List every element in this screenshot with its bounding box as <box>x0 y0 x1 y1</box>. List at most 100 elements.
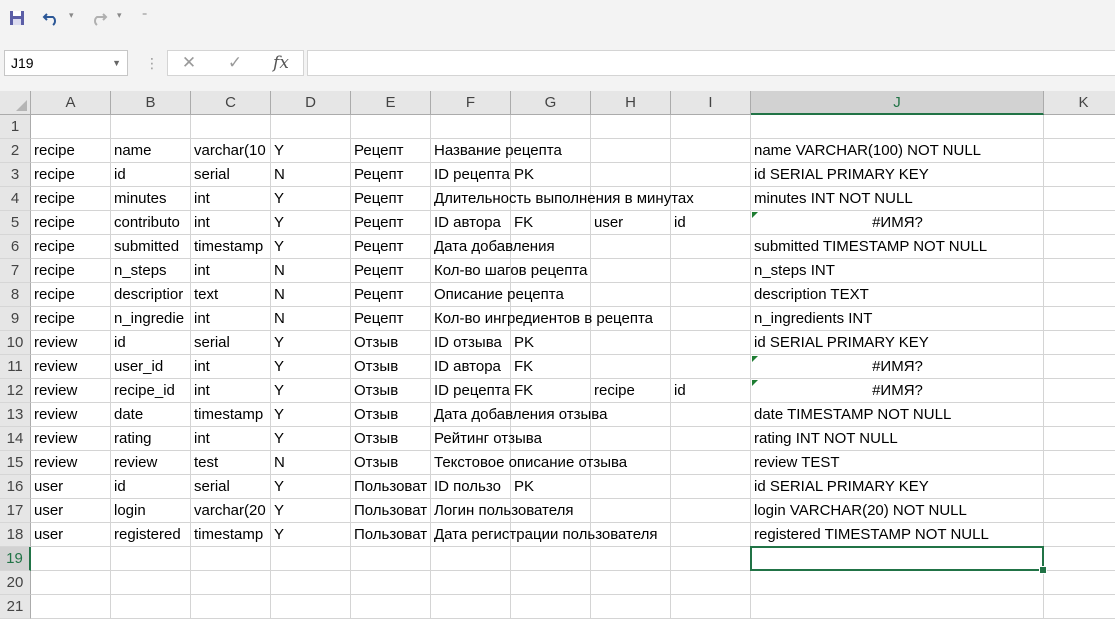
cell[interactable] <box>271 595 351 619</box>
cell[interactable] <box>111 547 191 571</box>
row-header-12[interactable]: 12 <box>0 379 31 403</box>
cell[interactable] <box>671 595 751 619</box>
cell[interactable] <box>511 115 591 139</box>
cell-b5: contributo <box>114 214 180 231</box>
row-header-21[interactable]: 21 <box>0 595 31 619</box>
cell[interactable] <box>591 115 671 139</box>
cell[interactable] <box>431 571 511 595</box>
cell[interactable] <box>431 595 511 619</box>
column-header-b[interactable]: B <box>111 91 191 115</box>
undo-dropdown-icon[interactable]: ▾ <box>69 10 74 21</box>
column-header-a[interactable]: A <box>31 91 111 115</box>
select-all-button[interactable] <box>0 91 31 115</box>
cell[interactable] <box>351 547 431 571</box>
name-box[interactable]: J19 ▼ <box>4 50 128 76</box>
fill-handle[interactable] <box>1039 566 1047 574</box>
selected-cell[interactable] <box>750 546 1044 571</box>
cell-e14: Отзыв <box>354 430 399 447</box>
cell[interactable] <box>351 595 431 619</box>
error-indicator-icon[interactable] <box>752 380 758 386</box>
cell[interactable] <box>591 547 671 571</box>
cell[interactable] <box>1044 595 1115 619</box>
column-header-e[interactable]: E <box>351 91 431 115</box>
cell[interactable] <box>431 547 511 571</box>
formula-input[interactable] <box>307 50 1115 76</box>
save-icon[interactable] <box>6 7 28 29</box>
row-header-3[interactable]: 3 <box>0 163 31 187</box>
cell[interactable] <box>31 595 111 619</box>
cell[interactable] <box>31 547 111 571</box>
redo-icon[interactable] <box>88 7 110 29</box>
column-header-j[interactable]: J <box>751 91 1044 115</box>
column-header-k[interactable]: K <box>1044 91 1115 115</box>
row-header-2[interactable]: 2 <box>0 139 31 163</box>
cell[interactable] <box>31 571 111 595</box>
row-header-18[interactable]: 18 <box>0 523 31 547</box>
column-header-c[interactable]: C <box>191 91 271 115</box>
cell[interactable] <box>111 115 191 139</box>
cell[interactable] <box>271 115 351 139</box>
cell[interactable] <box>271 547 351 571</box>
cell[interactable] <box>191 547 271 571</box>
undo-icon[interactable] <box>40 7 62 29</box>
row-header-7[interactable]: 7 <box>0 259 31 283</box>
cell-j11: #ИМЯ? <box>872 358 923 375</box>
cell[interactable] <box>751 115 1044 139</box>
row-header-6[interactable]: 6 <box>0 235 31 259</box>
column-header-g[interactable]: G <box>511 91 591 115</box>
error-indicator-icon[interactable] <box>752 356 758 362</box>
row-header-10[interactable]: 10 <box>0 331 31 355</box>
cell[interactable] <box>751 571 1044 595</box>
cell[interactable] <box>271 571 351 595</box>
cell[interactable] <box>31 115 111 139</box>
cell[interactable] <box>1044 547 1115 571</box>
enter-icon[interactable]: ✓ <box>220 51 250 75</box>
cancel-icon[interactable]: ✕ <box>174 51 204 75</box>
cell[interactable] <box>431 115 511 139</box>
column-header-i[interactable]: I <box>671 91 751 115</box>
cell[interactable] <box>511 595 591 619</box>
cell[interactable] <box>511 547 591 571</box>
cell[interactable] <box>191 115 271 139</box>
cell[interactable] <box>191 571 271 595</box>
row-header-5[interactable]: 5 <box>0 211 31 235</box>
row-header-19[interactable]: 19 <box>0 547 31 571</box>
row-header-13[interactable]: 13 <box>0 403 31 427</box>
cell[interactable] <box>1044 211 1115 235</box>
row-header-17[interactable]: 17 <box>0 499 31 523</box>
cell[interactable] <box>1044 355 1115 379</box>
row-header-1[interactable]: 1 <box>0 115 31 139</box>
cell[interactable] <box>1044 379 1115 403</box>
cell[interactable] <box>671 547 751 571</box>
row-header-4[interactable]: 4 <box>0 187 31 211</box>
cell[interactable] <box>591 571 671 595</box>
cell[interactable] <box>1044 115 1115 139</box>
cell[interactable] <box>751 595 1044 619</box>
row-header-14[interactable]: 14 <box>0 427 31 451</box>
row-header-20[interactable]: 20 <box>0 571 31 595</box>
cell[interactable] <box>511 571 591 595</box>
error-indicator-icon[interactable] <box>752 212 758 218</box>
cell[interactable] <box>111 595 191 619</box>
insert-function-icon[interactable]: fx <box>266 51 296 75</box>
cell[interactable] <box>111 571 191 595</box>
column-header-f[interactable]: F <box>431 91 511 115</box>
cell[interactable] <box>191 595 271 619</box>
row-header-9[interactable]: 9 <box>0 307 31 331</box>
column-header-h[interactable]: H <box>591 91 671 115</box>
cell[interactable] <box>591 595 671 619</box>
resize-dots-icon[interactable]: ⋮ <box>145 55 159 72</box>
column-header-d[interactable]: D <box>271 91 351 115</box>
cell[interactable] <box>351 115 431 139</box>
redo-dropdown-icon[interactable]: ▾ <box>117 10 122 21</box>
chevron-down-icon[interactable]: ▼ <box>112 51 121 75</box>
row-header-15[interactable]: 15 <box>0 451 31 475</box>
cell[interactable] <box>351 571 431 595</box>
row-header-16[interactable]: 16 <box>0 475 31 499</box>
row-header-11[interactable]: 11 <box>0 355 31 379</box>
row-header-8[interactable]: 8 <box>0 283 31 307</box>
cell[interactable] <box>1044 571 1115 595</box>
cell[interactable] <box>671 115 751 139</box>
customize-qat-icon[interactable]: ₌ <box>142 8 147 19</box>
cell[interactable] <box>671 571 751 595</box>
